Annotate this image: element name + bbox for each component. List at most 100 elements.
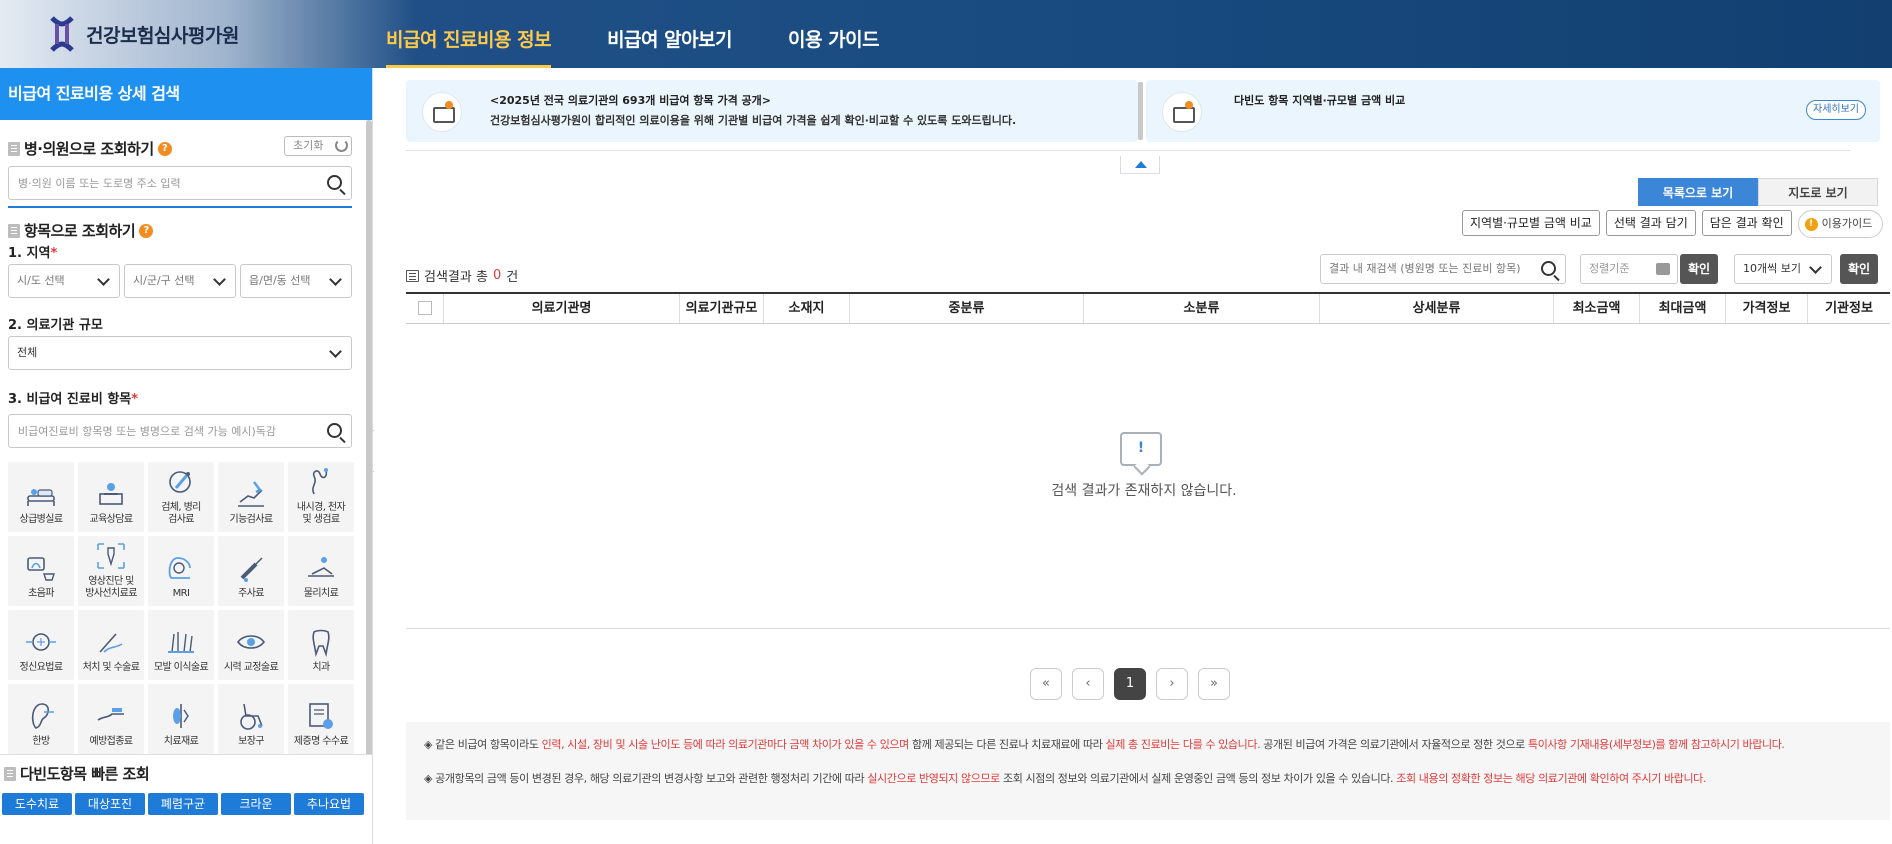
prev-page-button[interactable]: ‹	[1072, 668, 1104, 700]
category-specimen[interactable]: 검체, 병리 검사료	[148, 462, 214, 532]
col-min-price[interactable]: 최소금액	[1554, 294, 1640, 323]
col-institution-scale[interactable]: 의료기관규모	[680, 294, 764, 323]
bed-icon	[27, 489, 55, 506]
quick-button[interactable]: 도수치료	[2, 793, 72, 815]
scale-label: 2. 의료기관 규모	[8, 318, 103, 333]
brain-icon	[26, 633, 56, 651]
select-all-checkbox[interactable]	[417, 300, 432, 315]
help-icon[interactable]: ?	[157, 141, 172, 156]
quick-search-title: 다빈도항목 빠른 조회	[20, 765, 150, 783]
col-location[interactable]: 소재지	[764, 294, 850, 323]
category-ward[interactable]: 상급병실료	[8, 462, 74, 532]
quick-button[interactable]: 대상포진	[75, 793, 145, 815]
item-search-input[interactable]	[9, 415, 299, 447]
logo[interactable]: 건강보험심사평가원	[48, 16, 239, 52]
last-page-button[interactable]: »	[1198, 668, 1230, 700]
hira-logo-icon	[50, 16, 74, 52]
banner-region-compare[interactable]: 다빈도 항목 지역별·규모별 금액 비교 자세히보기	[1146, 80, 1880, 142]
category-label: 물리치료	[303, 588, 339, 599]
quick-button[interactable]: 폐렴구균	[148, 793, 218, 815]
detail-button[interactable]: 자세히보기	[1806, 100, 1866, 120]
col-detail-category[interactable]: 상세분류	[1320, 294, 1554, 323]
sort-select[interactable]: 정렬기준	[1580, 254, 1678, 284]
gnb-item-cost-info[interactable]: 비급여 진료비용 정보	[386, 0, 552, 68]
col-institution-info[interactable]: 기관정보	[1808, 294, 1890, 323]
sort-confirm-button[interactable]: 확인	[1680, 254, 1718, 284]
page-number[interactable]: 1	[1114, 668, 1146, 700]
category-surgery[interactable]: 처치 및 수술료	[78, 610, 144, 680]
required-mark: *	[50, 246, 58, 261]
monitor-icon	[1162, 92, 1202, 132]
test-tube-icon	[169, 471, 191, 493]
col-sub-category[interactable]: 소분류	[1084, 294, 1320, 323]
page-size-select[interactable]: 10개씩 보기	[1734, 254, 1832, 284]
result-divider	[406, 628, 1890, 629]
col-max-price[interactable]: 최대금액	[1640, 294, 1726, 323]
category-label: 영상진단 및 방사선치료료	[85, 576, 137, 599]
tab-list-view[interactable]: 목록으로 보기	[1638, 178, 1758, 206]
banner-scrollbar[interactable]	[1138, 82, 1143, 140]
scale-select[interactable]: 전체	[8, 336, 352, 370]
category-treatment-material[interactable]: 치료재료	[148, 684, 214, 754]
quick-button[interactable]: 크라운	[221, 793, 291, 815]
category-physio[interactable]: 물리치료	[288, 536, 354, 606]
hospital-search-input[interactable]	[9, 167, 299, 199]
category-radiology[interactable]: 영상진단 및 방사선치료료	[78, 536, 144, 606]
category-function-test[interactable]: 기능검사료	[218, 462, 284, 532]
page-size-confirm-button[interactable]: 확인	[1840, 254, 1878, 284]
sido-select[interactable]: 시/도 선택	[8, 264, 120, 298]
category-assistive-device[interactable]: 보장구	[218, 684, 284, 754]
category-certificate[interactable]: 제증명 수수료	[288, 684, 354, 754]
result-research-input[interactable]	[1329, 262, 1529, 275]
col-institution-name[interactable]: 의료기관명	[444, 294, 680, 323]
eupmyeondong-select[interactable]: 읍/면/동 선택	[240, 264, 352, 298]
sigungu-select[interactable]: 시/군/구 선택	[124, 264, 236, 298]
gnb-item-learn[interactable]: 비급여 알아보기	[607, 0, 732, 68]
search-icon[interactable]	[327, 423, 342, 438]
category-ultrasound[interactable]: 초음파	[8, 536, 74, 606]
info-icon: !	[1804, 217, 1818, 231]
result-research-box	[1320, 254, 1566, 284]
sort-select-value: 정렬기준	[1589, 262, 1630, 275]
view-saved-button[interactable]: 담은 결과 확인	[1701, 210, 1792, 236]
category-vision-correction[interactable]: 시력 교정술료	[218, 610, 284, 680]
col-mid-category[interactable]: 중분류	[850, 294, 1084, 323]
sidebar-title: 비급여 진료비용 상세 검색	[0, 68, 372, 120]
quick-button[interactable]: 추나요법	[294, 793, 364, 815]
tab-map-view[interactable]: 지도로 보기	[1758, 178, 1878, 206]
region-compare-button[interactable]: 지역별·규모별 금액 비교	[1462, 210, 1600, 236]
notice-highlight: 실제 총 진료비는 다를 수 있습니다.	[1105, 738, 1261, 751]
save-selection-button[interactable]: 선택 결과 담기	[1605, 210, 1696, 236]
category-vaccination[interactable]: 예방접종료	[78, 684, 144, 754]
section-divider	[8, 206, 352, 208]
category-counseling[interactable]: 교육상담료	[78, 462, 144, 532]
radiology-icon	[97, 543, 125, 569]
scale-select-value: 전체	[17, 346, 38, 359]
reset-button[interactable]: 초기화	[284, 136, 352, 156]
category-mri[interactable]: MRI	[148, 536, 214, 606]
category-oriental[interactable]: 한방	[8, 684, 74, 754]
category-injection[interactable]: 주사료	[218, 536, 284, 606]
hospital-search-box	[8, 166, 352, 200]
search-icon[interactable]	[1541, 261, 1556, 276]
select-all-cell	[406, 294, 444, 323]
category-hair-transplant[interactable]: 모발 이식술료	[148, 610, 214, 680]
gnb-item-guide[interactable]: 이용 가이드	[788, 0, 880, 68]
col-price-info[interactable]: 가격정보	[1726, 294, 1808, 323]
view-tabs: 목록으로 보기 지도로 보기	[1638, 178, 1878, 206]
category-endoscopy[interactable]: 내시경, 천자 및 생검료	[288, 462, 354, 532]
search-icon[interactable]	[327, 175, 342, 190]
material-icon	[173, 704, 189, 728]
notice-paragraph-1: ◈ 같은 비급여 항목이라도 인력, 시설, 장비 및 시술 난이도 등에 따라…	[424, 736, 1872, 754]
banner-price-disclosure[interactable]: <2025년 전국 의료기관의 693개 비급여 항목 가격 공개> 건강보험심…	[406, 80, 1138, 142]
help-icon[interactable]: ?	[139, 223, 154, 238]
ear-acupuncture-icon	[31, 703, 54, 729]
category-dental[interactable]: 치과	[288, 610, 354, 680]
first-page-button[interactable]: «	[1030, 668, 1062, 700]
category-psychotherapy[interactable]: 정신요법료	[8, 610, 74, 680]
quick-search-heading: 다빈도항목 빠른 조회	[4, 763, 150, 784]
banner-collapse-button[interactable]	[1120, 156, 1160, 174]
sidebar-scroll-thumb[interactable]	[366, 120, 372, 760]
next-page-button[interactable]: ›	[1156, 668, 1188, 700]
usage-guide-button[interactable]: ! 이용가이드	[1797, 210, 1884, 238]
